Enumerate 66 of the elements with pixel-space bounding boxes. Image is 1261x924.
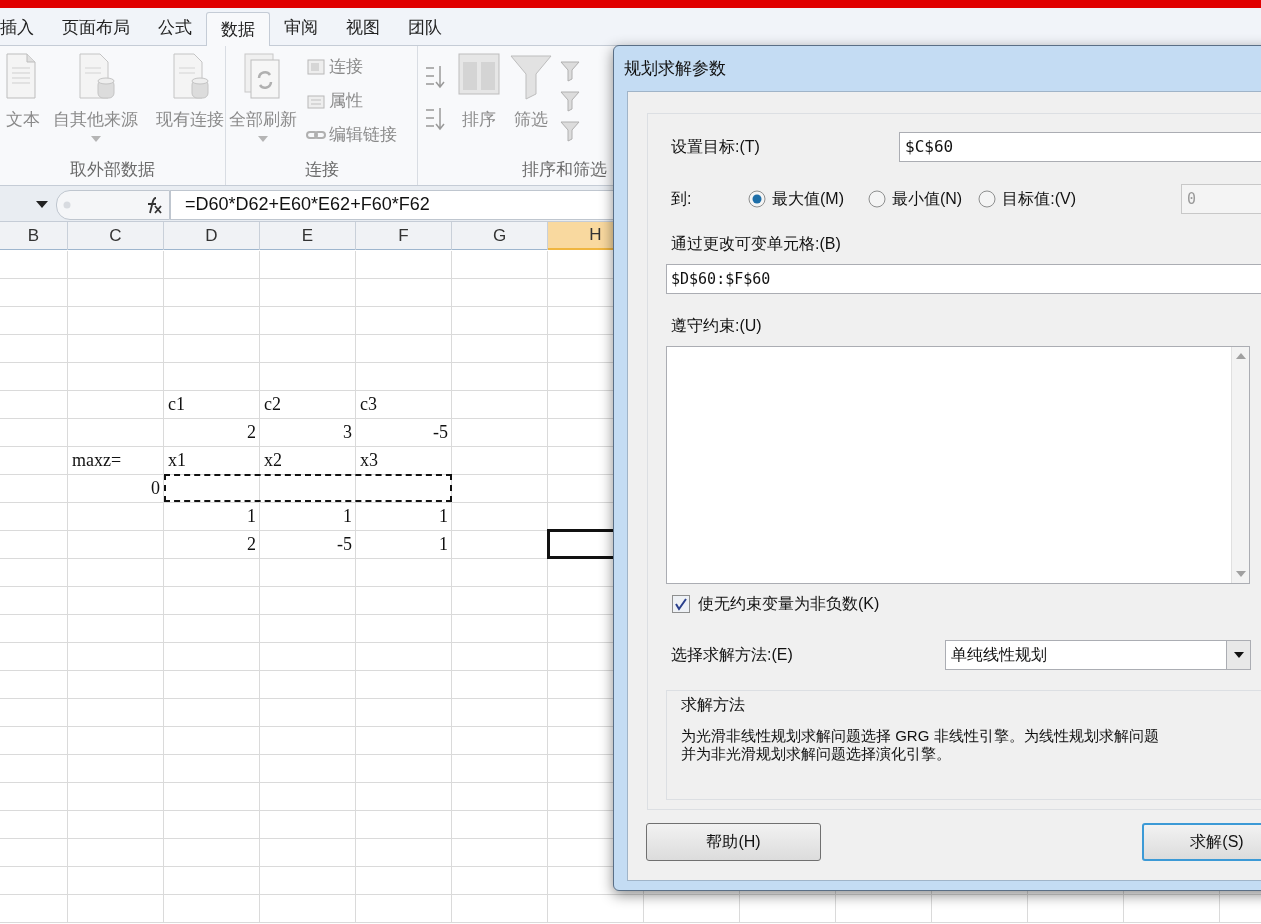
group-label: 排序和筛选: [521, 159, 608, 182]
dialog-title: 规划求解参数: [624, 57, 726, 80]
scrollbar[interactable]: [1231, 347, 1249, 583]
caret-icon: [90, 136, 101, 142]
sort-descending-icon: [424, 106, 446, 132]
dropdown-button[interactable]: [1226, 641, 1250, 669]
ribbon-tab[interactable]: 视图: [332, 11, 394, 45]
table-cell-text: 1: [246, 504, 257, 528]
radio-option[interactable]: 最大值(M): [748, 187, 844, 211]
table-cell-text: c2: [263, 392, 282, 416]
window-icon: [306, 57, 326, 77]
dialog-button[interactable]: 帮助(H): [646, 823, 821, 861]
handle-icon: [63, 200, 71, 209]
column-header[interactable]: B: [0, 222, 68, 250]
scroll-up-icon: [1235, 353, 1246, 359]
radio-option[interactable]: 目标值:(V): [978, 187, 1076, 211]
field-label: 设置目标:(T): [670, 137, 761, 157]
objective-field[interactable]: $C$60: [899, 132, 1261, 162]
radio-option[interactable]: 最小值(N): [868, 187, 963, 211]
checkbox-option[interactable]: 使无约束变量为非负数(K): [668, 592, 1261, 616]
dropdown-arrow-icon: [1233, 652, 1244, 658]
ribbon-tab[interactable]: 团队: [394, 11, 456, 45]
group-label: 取外部数据: [69, 159, 156, 182]
field-label: 通过更改可变单元格:(B): [670, 234, 842, 254]
info-text: 为光滑非线性规划求解问题选择 GRG 非线性引擎。为线性规划求解问题 并为非光滑规划求解问题选择演化引擎。: [681, 727, 1160, 763]
table-cell-text: 2: [246, 532, 257, 556]
table-cell-text: x3: [359, 448, 379, 472]
table-cell-text: -5: [336, 532, 353, 556]
ribbon-tab[interactable]: 数据: [206, 12, 270, 46]
table-cell-text: x2: [263, 448, 283, 472]
caret-icon: [258, 136, 268, 142]
advanced-filter-icon: [560, 120, 582, 142]
scroll-down-icon: [1235, 571, 1246, 577]
table-cell-text: 1: [342, 504, 353, 528]
column-header[interactable]: D: [164, 222, 260, 250]
table-cell-text: 1: [438, 532, 449, 556]
table-cell-text: x1: [167, 448, 187, 472]
ribbon-tab[interactable]: 页面布局: [48, 11, 144, 45]
dropdown-arrow-icon: [36, 201, 48, 208]
filter-icon: [509, 52, 553, 100]
table-cell-text: c3: [359, 392, 378, 416]
variables-field[interactable]: $D$60:$F$60: [666, 264, 1261, 294]
ribbon-tab[interactable]: 审阅: [270, 11, 332, 45]
table-cell-text: -5: [432, 420, 449, 444]
column-header[interactable]: E: [260, 222, 356, 250]
table-cell-text: 1: [438, 504, 449, 528]
table-cell-text: 2: [246, 420, 257, 444]
column-header[interactable]: C: [68, 222, 164, 250]
function-icon: [145, 195, 163, 214]
ribbon-tab[interactable]: 插入: [0, 11, 48, 45]
column-header[interactable]: F: [356, 222, 452, 250]
table-cell-text: 0: [150, 476, 161, 500]
info-title: 求解方法: [681, 695, 746, 715]
clear-filter-icon: [560, 60, 582, 82]
reapply-filter-icon: [560, 90, 582, 112]
method-select[interactable]: 单纯线性规划: [945, 640, 1251, 670]
dialog-button[interactable]: 求解(S): [1142, 823, 1261, 861]
table-cell-text: 3: [342, 420, 353, 444]
field-label: 选择求解方法:(E): [670, 645, 794, 665]
sort-ascending-icon: [424, 64, 446, 90]
ribbon-tab[interactable]: 公式: [144, 11, 206, 45]
group-label: 连接: [303, 159, 340, 182]
table-cell-text: c1: [167, 392, 186, 416]
field-label: 到:: [670, 189, 693, 209]
field-label: 遵守约束:(U): [670, 316, 763, 336]
table-cell-text: maxz=: [71, 448, 123, 472]
